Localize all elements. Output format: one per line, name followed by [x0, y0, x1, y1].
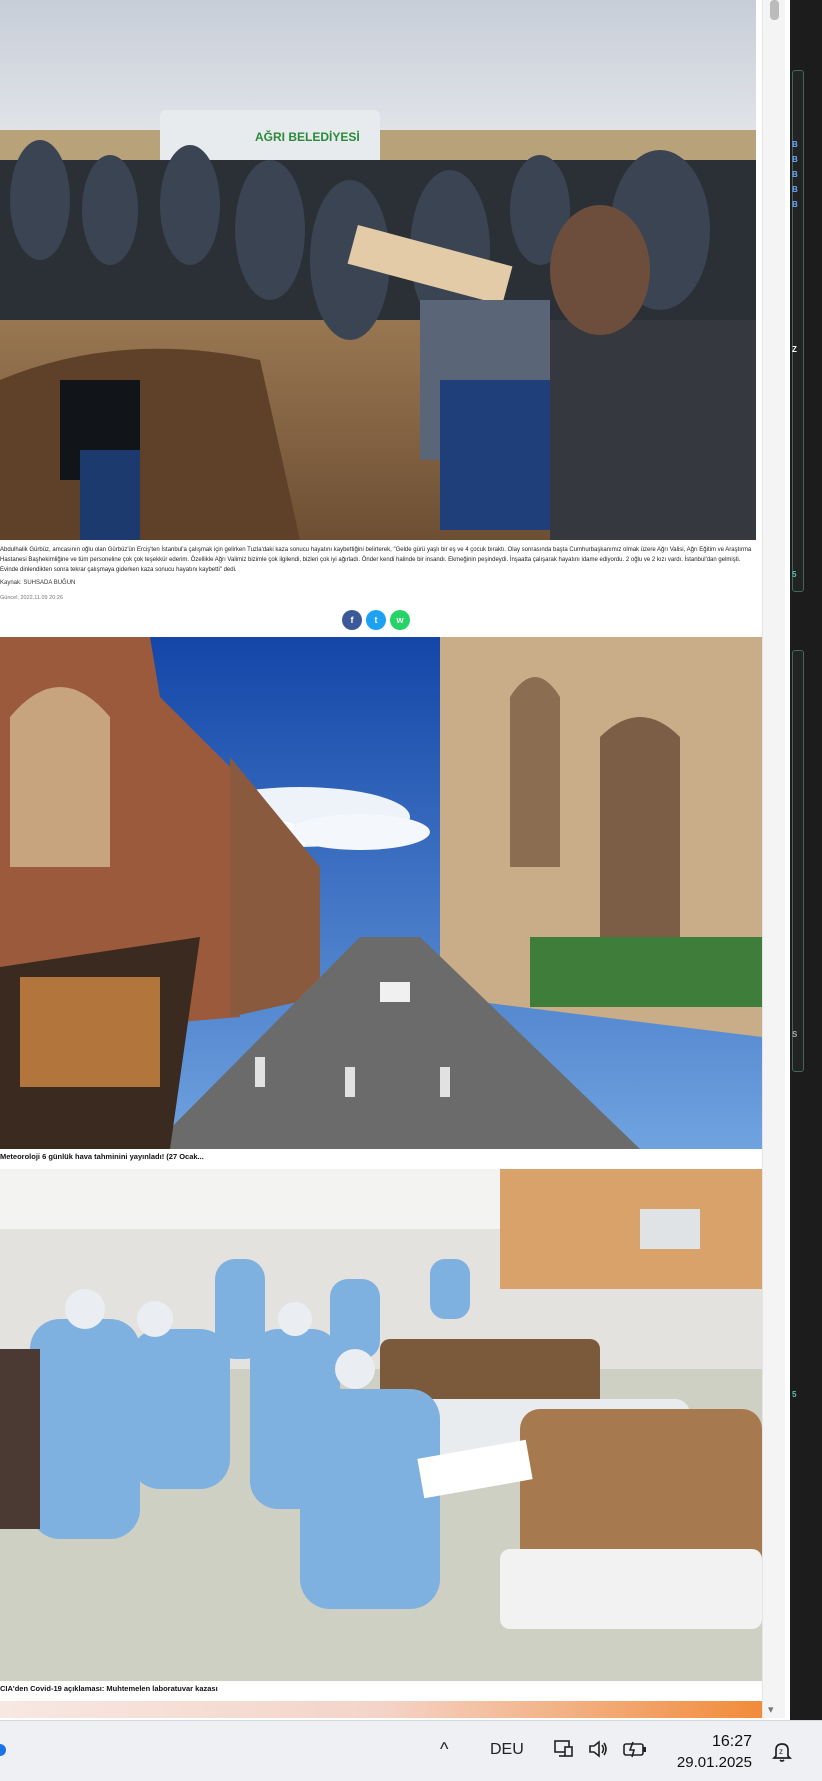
adjacent-window-strip: B B B B B Z 5 S 5: [790, 0, 822, 1720]
share-buttons: f t w: [342, 610, 410, 630]
show-hidden-icons-chevron[interactable]: ^: [440, 1739, 448, 1760]
side-letter: B: [792, 185, 798, 194]
notifications-icon[interactable]: z: [770, 1739, 794, 1768]
whatsapp-share-button[interactable]: w: [390, 610, 410, 630]
scroll-down-icon[interactable]: ▾: [768, 1703, 774, 1716]
vehicle-text: AĞRI BELEDİYESİ: [255, 129, 360, 144]
bazaar-street-photo[interactable]: [0, 637, 762, 1149]
side-letter: B: [792, 155, 798, 164]
system-clock[interactable]: 16:27 29.01.2025: [677, 1731, 752, 1773]
side-number: 5: [792, 570, 797, 579]
app-icon[interactable]: [0, 1744, 6, 1756]
facebook-icon: f: [350, 615, 354, 625]
side-letter: S: [792, 1030, 798, 1039]
volume-icon[interactable]: [587, 1738, 609, 1765]
scrollbar-thumb[interactable]: [770, 0, 779, 20]
side-letter: B: [792, 200, 798, 209]
next-article-photo[interactable]: [0, 1701, 762, 1718]
clock-date: 29.01.2025: [676, 1754, 752, 1771]
side-number: 5: [792, 1390, 797, 1399]
clock-time: 16:27: [711, 1733, 752, 1750]
whatsapp-icon: w: [396, 615, 404, 625]
funeral-photo: AĞRI BELEDİYESİ: [0, 0, 756, 540]
article-body: Abdulhalik Gürbüz, amcasının oğlu olan G…: [0, 547, 752, 573]
svg-text:z: z: [779, 1747, 783, 1756]
taskbar: ^ DEU 16:27 29.01.2025 z: [0, 1720, 822, 1781]
article-source: Kaynak: SUHSADA BUĞUN: [0, 580, 76, 586]
twitter-icon: t: [374, 615, 378, 625]
browser-page: AĞRI BELEDİYESİ Abdulhalik Gürbüz, amcas…: [0, 0, 790, 1718]
side-letter: B: [792, 170, 798, 179]
side-panel-bottom: [792, 650, 804, 1072]
hospital-photo[interactable]: [0, 1169, 762, 1681]
facebook-share-button[interactable]: f: [342, 610, 362, 630]
headline-weather-link[interactable]: Meteoroloji 6 günlük hava tahminini yayı…: [0, 1152, 204, 1161]
twitter-share-button[interactable]: t: [366, 610, 386, 630]
language-indicator[interactable]: DEU: [490, 1741, 524, 1759]
headline-cia-link[interactable]: CIA'den Covid-19 açıklaması: Muhtemelen …: [0, 1684, 218, 1693]
side-letter: Z: [792, 345, 797, 354]
network-icon[interactable]: [553, 1738, 575, 1765]
battery-icon[interactable]: [622, 1738, 648, 1765]
page-scrollbar[interactable]: ▾: [762, 0, 785, 1718]
article-date: Güncel, 2022.11.09 20:26: [0, 595, 63, 601]
side-letter: B: [792, 140, 798, 149]
